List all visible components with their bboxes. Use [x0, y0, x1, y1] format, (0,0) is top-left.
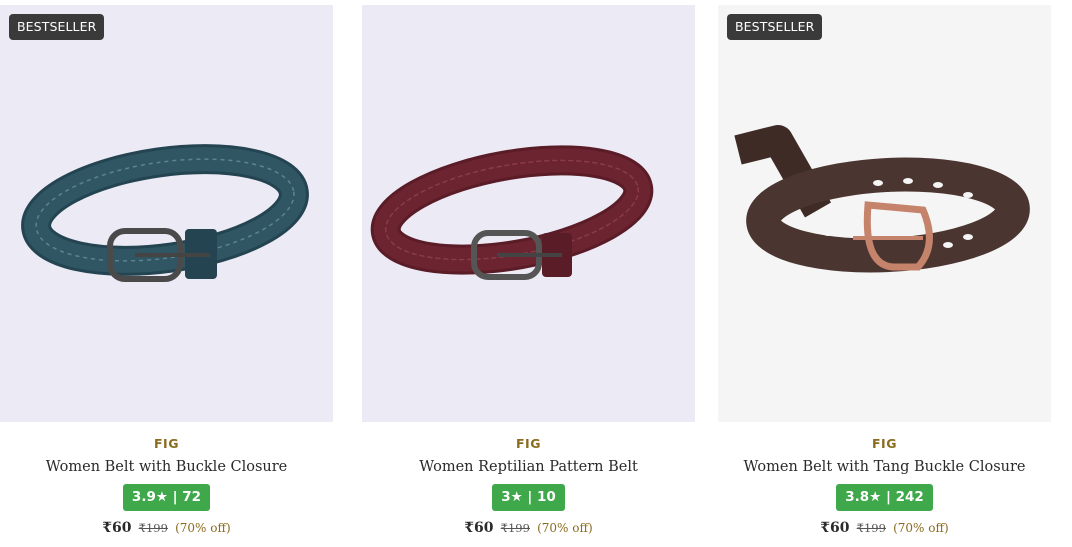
product-image[interactable]: BESTSELLER	[0, 5, 333, 422]
rating-badge: 3.9★ | 72	[122, 484, 211, 511]
rating-badge: 3.8★ | 242	[836, 484, 933, 511]
brand-name: FIG	[154, 436, 179, 451]
belt-icon	[21, 144, 309, 282]
rating-badge: 3★ | 10	[492, 484, 565, 511]
original-price: ₹199	[500, 521, 530, 535]
original-price: ₹199	[856, 521, 886, 535]
price-row: ₹60 ₹199 (70% off)	[362, 520, 695, 536]
discount-text: (70% off)	[893, 521, 949, 535]
product-card[interactable]: FIG Women Reptilian Pattern Belt 3★ | 10…	[362, 5, 695, 547]
product-image[interactable]	[362, 5, 695, 422]
selling-price: ₹60	[102, 520, 132, 536]
bestseller-badge: BESTSELLER	[9, 14, 105, 40]
product-title[interactable]: Women Reptilian Pattern Belt	[362, 459, 695, 475]
brand-name: FIG	[516, 436, 541, 451]
product-title[interactable]: Women Belt with Tang Buckle Closure	[718, 459, 1051, 475]
product-image[interactable]: BESTSELLER	[718, 5, 1051, 422]
discount-text: (70% off)	[537, 521, 593, 535]
price-row: ₹60 ₹199 (70% off)	[0, 520, 333, 536]
discount-text: (70% off)	[175, 521, 231, 535]
selling-price: ₹60	[820, 520, 850, 536]
original-price: ₹199	[138, 521, 168, 535]
product-card[interactable]: BESTSELLER FIG Women Belt with Buckle Cl…	[0, 5, 333, 547]
belt-icon	[370, 145, 654, 280]
bestseller-badge: BESTSELLER	[727, 14, 823, 40]
belt-icon	[734, 125, 1030, 273]
product-card[interactable]: BESTSELLER FIG Women Belt with Tang Buck…	[718, 5, 1051, 547]
selling-price: ₹60	[464, 520, 494, 536]
product-title[interactable]: Women Belt with Buckle Closure	[0, 459, 333, 475]
brand-name: FIG	[872, 436, 897, 451]
price-row: ₹60 ₹199 (70% off)	[718, 520, 1051, 536]
